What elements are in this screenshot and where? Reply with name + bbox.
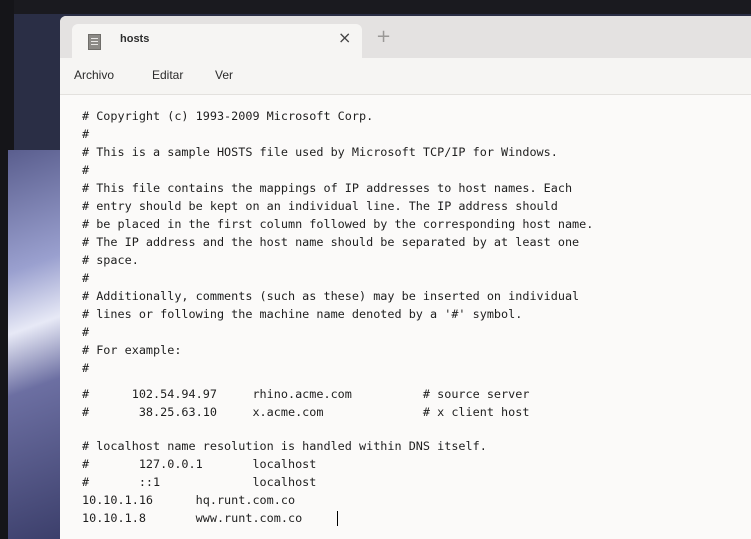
close-tab-button[interactable]: × bbox=[338, 30, 351, 46]
text-editor[interactable]: # Copyright (c) 1993-2009 Microsoft Corp… bbox=[60, 95, 751, 539]
editor-line: # entry should be kept on an individual … bbox=[82, 199, 558, 213]
tab-hosts[interactable]: hosts × bbox=[72, 24, 362, 58]
menu-ver[interactable]: Ver bbox=[215, 68, 233, 82]
editor-line: # lines or following the machine name de… bbox=[82, 307, 523, 321]
editor-line: # 127.0.0.1 localhost bbox=[82, 457, 317, 471]
editor-line: # be placed in the first column followed… bbox=[82, 217, 594, 231]
notepad-window: hosts × + Archivo Editar Ver # Copyright… bbox=[60, 16, 751, 539]
screen-bezel-top bbox=[0, 0, 751, 14]
tab-title: hosts bbox=[120, 33, 150, 45]
editor-line: # This file contains the mappings of IP … bbox=[82, 181, 573, 195]
menu-bar: Archivo Editar Ver bbox=[60, 58, 751, 95]
menu-editar[interactable]: Editar bbox=[152, 68, 183, 82]
editor-line: # bbox=[82, 163, 90, 177]
editor-line: # 38.25.63.10 x.acme.com # x client host bbox=[82, 405, 530, 419]
editor-line: # space. bbox=[82, 253, 139, 267]
editor-line: # The IP address and the host name shoul… bbox=[82, 235, 580, 249]
editor-line: # This is a sample HOSTS file used by Mi… bbox=[82, 145, 558, 159]
document-icon bbox=[88, 34, 101, 50]
editor-line: # Copyright (c) 1993-2009 Microsoft Corp… bbox=[82, 109, 374, 123]
title-bar: hosts × + bbox=[60, 16, 751, 58]
editor-line: # ::1 localhost bbox=[82, 475, 317, 489]
editor-line: # localhost name resolution is handled w… bbox=[82, 439, 487, 453]
editor-line: # Additionally, comments (such as these)… bbox=[82, 289, 580, 303]
editor-line: # 102.54.94.97 rhino.acme.com # source s… bbox=[82, 387, 530, 401]
editor-line: # bbox=[82, 361, 90, 375]
menu-archivo[interactable]: Archivo bbox=[74, 68, 114, 82]
editor-line: # bbox=[82, 127, 90, 141]
editor-line: 10.10.1.8 www.runt.com.co bbox=[82, 511, 303, 525]
editor-line: # For example: bbox=[82, 343, 182, 357]
text-caret bbox=[337, 511, 338, 526]
new-tab-button[interactable]: + bbox=[376, 28, 391, 46]
editor-line: 10.10.1.16 hq.runt.com.co bbox=[82, 493, 296, 507]
editor-line: # bbox=[82, 271, 90, 285]
editor-line: # bbox=[82, 325, 90, 339]
